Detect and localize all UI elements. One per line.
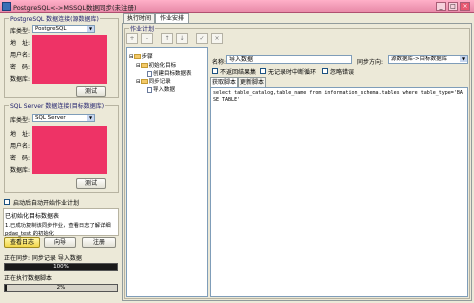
move-up-button[interactable]: ↑ <box>161 33 173 44</box>
tree-node-sync[interactable]: ⊟ 同步记录 <box>136 77 171 85</box>
apply-button[interactable]: ✓ <box>196 33 208 44</box>
direction-value: 源数据库->目标数据库 <box>391 56 448 62</box>
direction-label: 同步方向: <box>357 59 384 66</box>
document-icon <box>147 70 152 77</box>
source-address-label: 地 址: <box>10 40 31 47</box>
break-on-empty-checkbox[interactable] <box>260 68 266 74</box>
sql-editor[interactable]: select table_catalog,table_name from inf… <box>210 87 468 297</box>
target-group-title: SQL Server 数据连接(目标数据库) <box>9 101 106 110</box>
tab-execution-time[interactable]: 执行时间 <box>123 13 155 23</box>
autorun-checkbox[interactable] <box>4 199 10 205</box>
status-line-2: 正在执行数据脚本 <box>4 275 53 282</box>
close-button[interactable]: × <box>460 2 470 11</box>
target-db-type-label: 库类型: <box>10 117 31 124</box>
chevron-down-icon: ▼ <box>460 56 467 62</box>
target-address-label: 地 址: <box>10 131 31 138</box>
info-line-2: 1.已成功复制该同步作业，查看日志了解详细 <box>5 223 111 229</box>
cancel-button[interactable]: × <box>211 33 223 44</box>
target-fields-redacted[interactable] <box>32 126 107 174</box>
source-database-label: 数据库: <box>10 76 31 83</box>
tree-node-init[interactable]: ⊟ 初始化目标 <box>136 61 176 69</box>
step-name-input[interactable]: 导入数据 <box>226 55 352 64</box>
title-bar: PostgreSQL<->MSSQL数据同步(未注册) _ □ × <box>0 0 474 13</box>
target-database-label: 数据库: <box>10 167 31 174</box>
document-icon <box>147 86 152 93</box>
status-line-1: 正在同步: 同步记录 导入数据 <box>4 255 82 262</box>
info-log: 已初始化目标数据表 1.已成功复制该同步作业，查看日志了解详细 pdae_tes… <box>3 208 119 237</box>
register-button[interactable]: 注册 <box>82 237 116 248</box>
ignore-errors-checkbox[interactable] <box>322 68 328 74</box>
tab-get-script[interactable]: 获取脚本 <box>210 77 238 87</box>
wizard-button[interactable]: 向导 <box>44 237 76 248</box>
move-down-button[interactable]: ↓ <box>176 33 188 44</box>
no-resultset-checkbox[interactable] <box>212 68 218 74</box>
target-db-type-select[interactable]: SQL Server ▼ <box>32 114 95 122</box>
target-password-label: 密 码: <box>10 155 31 162</box>
break-on-empty-label: 无记录时中断循环 <box>268 69 317 76</box>
minimize-button[interactable]: _ <box>436 2 446 11</box>
source-password-label: 密 码: <box>10 64 31 71</box>
tab-update-script[interactable]: 更新脚本 <box>238 77 266 87</box>
source-test-button[interactable]: 测试 <box>76 86 106 97</box>
tab-job-schedule[interactable]: 作业安排 <box>155 13 189 23</box>
progress-bar-2: 2% <box>4 284 118 292</box>
chevron-down-icon: ▼ <box>87 26 94 32</box>
tree-node-root-label: 步骤 <box>141 54 153 60</box>
info-line-1: 已初始化目标数据表 <box>5 213 60 220</box>
no-resultset-label: 不返回结果集 <box>220 69 257 76</box>
progress-bar-1: 100% <box>4 263 118 271</box>
tree-node-import-label: 导入数据 <box>153 87 176 93</box>
source-db-type-value: PostgreSQL <box>35 26 67 32</box>
ignore-errors-label: 忽略错误 <box>330 69 355 76</box>
info-line-3: pdae_test 的初始化 <box>5 231 54 237</box>
folder-icon <box>133 54 141 59</box>
folder-icon <box>140 79 148 84</box>
app-icon <box>2 2 11 11</box>
add-step-button[interactable]: + <box>126 33 138 44</box>
target-username-label: 用户名: <box>10 143 31 150</box>
source-group-title: PostgreSQL 数据连接(源数据库) <box>9 14 100 23</box>
direction-select[interactable]: 源数据库->目标数据库 ▼ <box>388 55 468 64</box>
source-fields-redacted[interactable] <box>32 35 107 84</box>
view-log-button[interactable]: 查看日志 <box>4 237 40 248</box>
step-name-label: 名称: <box>212 59 227 66</box>
target-test-button[interactable]: 测试 <box>76 178 106 189</box>
target-db-type-value: SQL Server <box>35 115 66 121</box>
step-tree[interactable]: ⊟ 步骤 ⊟ 初始化目标 创建目标数据表 ⊟ 同步记录 导入数据 <box>126 47 208 297</box>
tree-node-create-table[interactable]: 创建目标数据表 <box>147 69 192 77</box>
source-db-type-label: 库类型: <box>10 28 31 35</box>
source-db-type-select[interactable]: PostgreSQL ▼ <box>32 25 95 33</box>
chevron-down-icon: ▼ <box>87 115 94 121</box>
window-title: PostgreSQL<->MSSQL数据同步(未注册) <box>13 4 137 12</box>
tree-node-root[interactable]: ⊟ 步骤 <box>129 52 153 60</box>
maximize-button[interactable]: □ <box>448 2 458 11</box>
progress-bar-2-label: 2% <box>56 285 66 291</box>
schedule-group-title: 作业计划 <box>129 24 156 33</box>
remove-step-button[interactable]: - <box>141 33 153 44</box>
autorun-label: 启动后自动开始作业计划 <box>13 200 80 207</box>
tree-node-import[interactable]: 导入数据 <box>147 85 175 93</box>
folder-icon <box>140 63 148 68</box>
source-username-label: 用户名: <box>10 52 31 59</box>
